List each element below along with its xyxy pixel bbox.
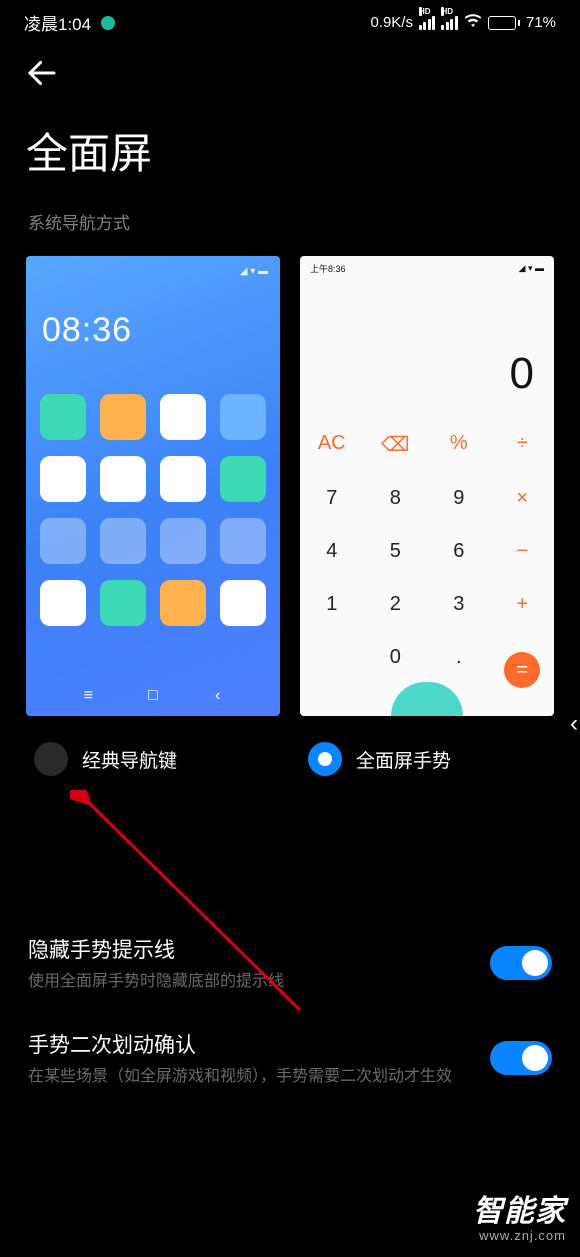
option-classic-nav[interactable]: ◢ ▾ ▬ 08:36 ≡ □ ‹ 经典导航键 [26, 256, 280, 776]
section-label-navigation-mode: 系统导航方式 [0, 209, 580, 256]
watermark-brand: 智能家 [473, 1186, 566, 1230]
page-title: 全面屏 [0, 104, 580, 209]
preview-calc-keypad: AC⌫%÷ 789× 456− 123+ 0.= [300, 417, 554, 703]
status-time: 凌晨1:04 [24, 10, 91, 35]
preview-nav-bar: ≡ □ ‹ [38, 678, 268, 716]
battery-icon [488, 16, 520, 30]
setting-double-swipe-confirm[interactable]: 手势二次划动确认 在某些场景（如全屏游戏和视频），手势需要二次划动才生效 [28, 1011, 552, 1106]
nav-back-icon: ‹ [210, 688, 226, 704]
status-battery-pct: 71% [526, 14, 556, 31]
back-button[interactable] [24, 55, 556, 96]
setting-hide-gesture-hint-title: 隐藏手势提示线 [28, 934, 284, 964]
setting-hide-gesture-hint[interactable]: 隐藏手势提示线 使用全面屏手势时隐藏底部的提示线 [28, 916, 552, 1011]
preview-classic-nav: ◢ ▾ ▬ 08:36 ≡ □ ‹ [26, 256, 280, 716]
wifi-icon [464, 12, 482, 34]
radio-fullscreen-gesture[interactable] [308, 742, 342, 776]
option-fullscreen-gesture[interactable]: 上午8:36 ◢ ▾ ▬ 0 AC⌫%÷ 789× 456− 123+ 0.= … [300, 256, 554, 776]
signal-sim2-icon: HD [441, 16, 458, 30]
status-indicator-dot-icon [101, 16, 115, 30]
preview-calc-display: 0 [300, 277, 554, 417]
edge-back-chevron-icon: ‹ [570, 710, 578, 738]
radio-classic-nav[interactable] [34, 742, 68, 776]
toggle-double-swipe-confirm[interactable] [490, 1041, 552, 1075]
radio-classic-nav-label: 经典导航键 [82, 746, 177, 773]
setting-hide-gesture-hint-desc: 使用全面屏手势时隐藏底部的提示线 [28, 970, 284, 993]
preview-home-app-grid [38, 394, 268, 626]
watermark-url: www.znj.com [473, 1228, 566, 1243]
watermark: 智能家 www.znj.com [473, 1186, 566, 1243]
status-network-speed: 0.9K/s [370, 14, 413, 31]
signal-sim1-icon: HD [419, 16, 436, 30]
status-bar: 凌晨1:04 0.9K/s HD HD 71% [0, 0, 580, 41]
preview-home-clock: 08:36 [42, 311, 268, 350]
nav-menu-icon: ≡ [80, 688, 96, 704]
preview-calc-time: 上午8:36 [310, 262, 346, 275]
toggle-hide-gesture-hint[interactable] [490, 946, 552, 980]
setting-double-swipe-desc: 在某些场景（如全屏游戏和视频），手势需要二次划动才生效 [28, 1065, 452, 1088]
preview-calc-status-icons: ◢ ▾ ▬ [519, 262, 544, 275]
preview-home-status-icons: ◢ ▾ ▬ [38, 266, 268, 277]
radio-fullscreen-gesture-label: 全面屏手势 [356, 746, 451, 773]
setting-double-swipe-title: 手势二次划动确认 [28, 1029, 452, 1059]
preview-fullscreen-gesture: 上午8:36 ◢ ▾ ▬ 0 AC⌫%÷ 789× 456− 123+ 0.= [300, 256, 554, 716]
nav-home-icon: □ [145, 688, 161, 704]
